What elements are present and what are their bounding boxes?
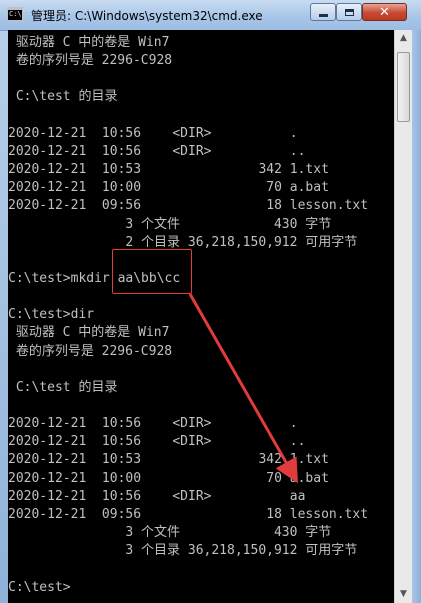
window-title: 管理员: C:\Windows\system32\cmd.exe — [31, 9, 263, 23]
close-button[interactable]: ✕ — [362, 3, 407, 21]
scroll-down-arrow-icon[interactable]: ▼ — [395, 586, 412, 603]
title-bar[interactable]: C:\ 管理员: C:\Windows\system32\cmd.exe ✕ — [0, 0, 421, 31]
vertical-scrollbar[interactable]: ▲ ▼ — [394, 30, 412, 603]
console-line: 2020-12-21 10:00 70 a.bat — [8, 470, 329, 486]
maximize-button[interactable] — [336, 3, 362, 21]
scrollbar-thumb[interactable] — [397, 52, 410, 122]
console-line: 2020-12-21 09:56 18 lesson.txt — [8, 506, 369, 522]
console-line: 2020-12-21 10:56 <DIR> . — [8, 125, 298, 141]
maximize-icon — [344, 8, 354, 16]
console-line: 驱动器 C 中的卷是 Win7 — [8, 325, 170, 341]
mkdir-argument-highlight-box — [112, 249, 192, 294]
cmd-window: C:\ 管理员: C:\Windows\system32\cmd.exe ✕ 驱… — [0, 0, 421, 603]
console-line: 2020-12-21 10:56 <DIR> aa — [8, 488, 306, 504]
console-line: 2020-12-21 10:56 <DIR> . — [8, 416, 298, 432]
console-line: 2020-12-21 10:56 <DIR> .. — [8, 143, 306, 159]
console-line: 2020-12-21 10:53 342 1.txt — [8, 162, 329, 178]
console-line: 2020-12-21 10:53 342 1.txt — [8, 452, 329, 468]
console-line: 3 个目录 36,218,150,912 可用字节 — [8, 543, 358, 559]
console-line: 卷的序列号是 2296-C928 — [8, 53, 173, 69]
close-icon: ✕ — [379, 4, 390, 20]
console-output[interactable]: 驱动器 C 中的卷是 Win7 卷的序列号是 2296-C928 C:\test… — [8, 30, 394, 603]
console-line: 2020-12-21 09:56 18 lesson.txt — [8, 198, 369, 214]
console-line: 2020-12-21 10:00 70 a.bat — [8, 180, 329, 196]
console-line: 3 个文件 430 字节 — [8, 525, 332, 541]
console-line: 3 个文件 430 字节 — [8, 216, 332, 232]
console-line: C:\test> — [8, 579, 71, 595]
console-line: 卷的序列号是 2296-C928 — [8, 343, 173, 359]
console-line: C:\test 的目录 — [8, 379, 118, 395]
minimize-icon — [318, 13, 328, 17]
scroll-up-arrow-icon[interactable]: ▲ — [395, 30, 412, 47]
console-line: C:\test>dir — [8, 307, 95, 323]
cmd-app-icon[interactable]: C:\ — [7, 7, 23, 21]
console-line: C:\test 的目录 — [8, 89, 118, 105]
window-frame-right — [412, 30, 421, 603]
console-line: 2020-12-21 10:56 <DIR> .. — [8, 434, 306, 450]
minimize-button[interactable] — [310, 3, 336, 21]
console-line: 驱动器 C 中的卷是 Win7 — [8, 35, 170, 50]
